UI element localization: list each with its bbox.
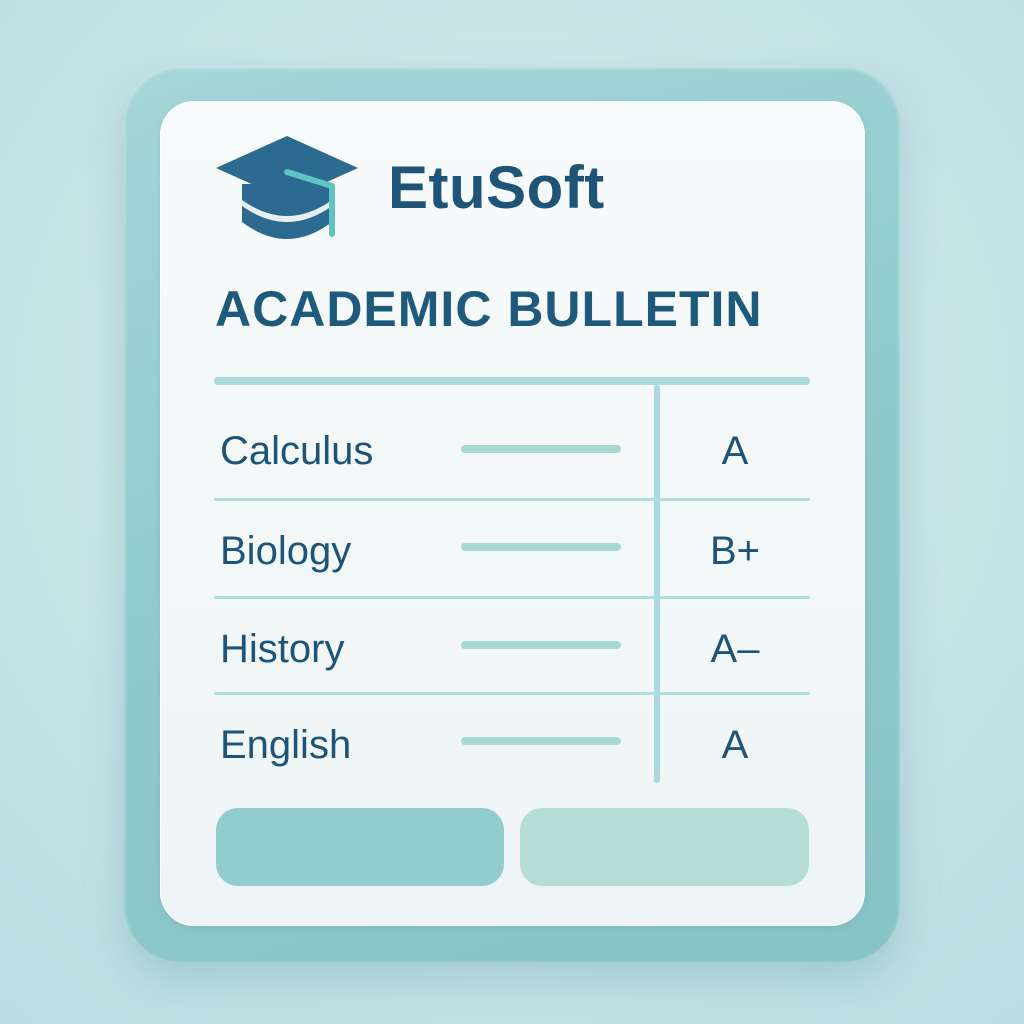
- grade-value: A–: [710, 627, 760, 671]
- secondary-action-button[interactable]: [520, 808, 809, 886]
- leader-line: [461, 543, 621, 551]
- grade-value: A: [721, 723, 749, 767]
- subject-name: Calculus: [220, 429, 374, 473]
- subject-name: English: [220, 723, 352, 767]
- grade-row: English A: [214, 697, 810, 795]
- row-divider: [214, 692, 810, 695]
- grade-row: History A–: [214, 599, 810, 697]
- leader-line: [461, 737, 621, 745]
- graduation-cap-icon: [216, 136, 358, 239]
- page-title: ACADEMIC BULLETIN: [215, 281, 763, 337]
- header-divider: [214, 377, 810, 385]
- subject-name: History: [220, 627, 345, 671]
- leader-line: [461, 641, 621, 649]
- grade-value: B+: [709, 529, 761, 573]
- brand-name: EtuSoft: [388, 154, 605, 221]
- subject-name: Biology: [220, 529, 352, 573]
- primary-action-button[interactable]: [216, 808, 504, 886]
- grade-row: Biology B+: [214, 501, 810, 599]
- grade-value: A: [721, 429, 749, 473]
- grade-row: Calculus A: [214, 403, 810, 501]
- leader-line: [461, 445, 621, 453]
